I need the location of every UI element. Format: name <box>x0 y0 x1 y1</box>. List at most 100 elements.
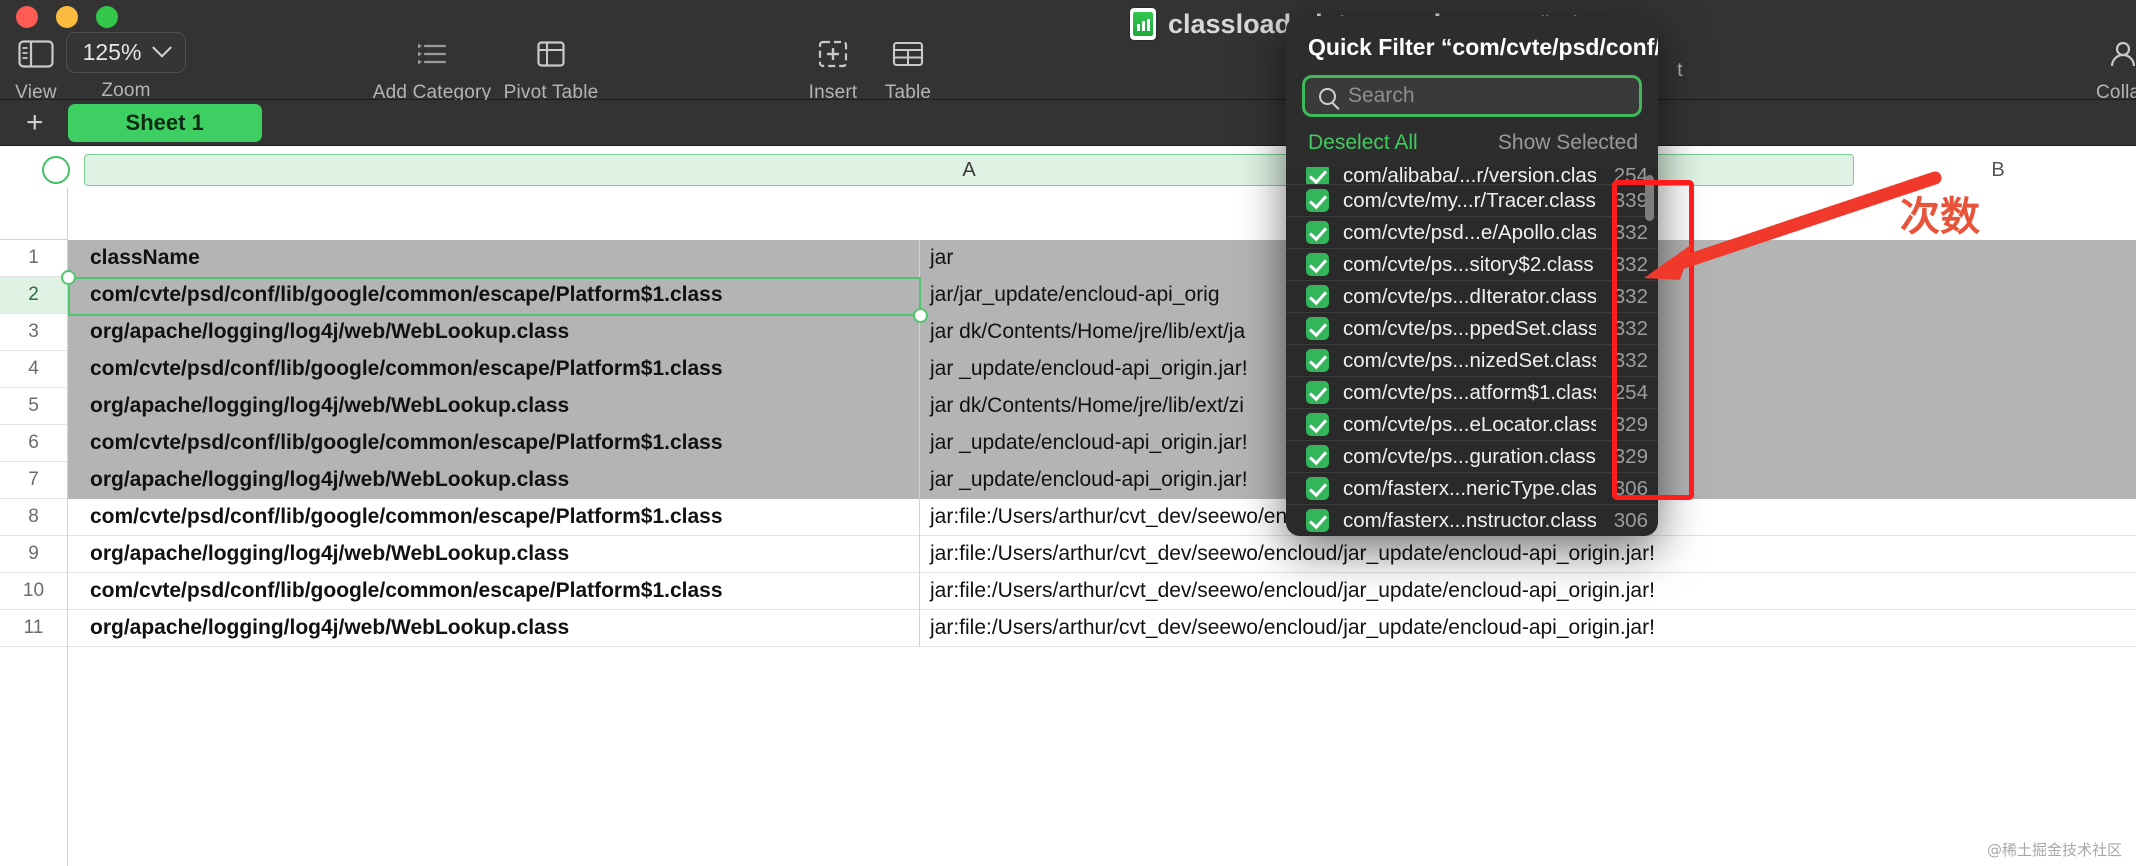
show-selected-button[interactable]: Show Selected <box>1498 131 1638 155</box>
maximize-window-button[interactable] <box>96 6 118 28</box>
cell-a9[interactable]: org/apache/logging/log4j/web/WebLookup.c… <box>68 535 920 573</box>
list-item[interactable]: com/cvte/ps...sitory$2.class 332 <box>1286 248 1658 280</box>
checkbox-checked-icon[interactable] <box>1306 349 1329 372</box>
filter-item-count: 332 <box>1613 348 1648 372</box>
checkbox-checked-icon[interactable] <box>1306 189 1329 212</box>
row-header-9[interactable]: 9 <box>0 536 67 573</box>
list-item[interactable]: com/cvte/ps...guration.class 329 <box>1286 440 1658 472</box>
row-header-11[interactable]: 11 <box>0 610 67 647</box>
cell-a7[interactable]: org/apache/logging/log4j/web/WebLookup.c… <box>68 461 920 499</box>
view-button[interactable]: View <box>6 30 66 104</box>
table-row[interactable]: com/cvte/psd/conf/lib/google/common/esca… <box>68 424 2136 462</box>
column-header-b[interactable]: B <box>1860 154 2136 186</box>
list-item[interactable]: com/fasterx...nericType.class 306 <box>1286 472 1658 504</box>
row-header-10[interactable]: 10 <box>0 573 67 610</box>
zoom-control[interactable]: 125% Zoom <box>65 28 187 102</box>
row-header-spacer <box>0 188 67 240</box>
row-header-6[interactable]: 6 <box>0 425 67 462</box>
filter-item-count: 332 <box>1613 284 1648 308</box>
collaborate-button[interactable]: Colla <box>2038 30 2136 104</box>
cell-b9[interactable]: jar:file:/Users/arthur/cvt_dev/seewo/enc… <box>920 536 2136 573</box>
table-row[interactable]: org/apache/logging/log4j/web/WebLookup.c… <box>68 313 2136 351</box>
filter-item-label: com/cvte/ps...dIterator.class <box>1343 284 1596 308</box>
checkbox-checked-icon[interactable] <box>1306 477 1329 500</box>
deselect-all-button[interactable]: Deselect All <box>1308 131 1418 155</box>
cell-a4[interactable]: com/cvte/psd/conf/lib/google/common/esca… <box>68 350 920 388</box>
table-row[interactable]: com/cvte/psd/conf/lib/google/common/esca… <box>68 572 2136 610</box>
row-header-3[interactable]: 3 <box>0 314 67 351</box>
list-item[interactable]: com/cvte/ps...atform$1.class 254 <box>1286 376 1658 408</box>
filter-item-count: 332 <box>1613 316 1648 340</box>
checkbox-checked-icon[interactable] <box>1306 317 1329 340</box>
list-item[interactable]: com/cvte/ps...eLocator.class 329 <box>1286 408 1658 440</box>
text-button[interactable]: t <box>1660 56 1700 82</box>
zoom-value: 125% <box>82 38 142 65</box>
list-item[interactable]: com/cvte/ps...nizedSet.class 332 <box>1286 344 1658 376</box>
checkbox-checked-icon[interactable] <box>1306 221 1329 244</box>
main-toolbar: View 125% Zoom Add Category Pivot Table … <box>0 0 2136 103</box>
filter-item-count: 254 <box>1613 167 1648 184</box>
filter-item-label: com/cvte/ps...sitory$2.class <box>1343 252 1594 276</box>
list-item[interactable]: com/alibaba/...r/version.class 254 <box>1286 167 1658 184</box>
zoom-dropdown[interactable]: 125% <box>65 31 187 73</box>
filter-item-count: 329 <box>1613 412 1648 436</box>
filter-item-label: com/fasterx...nericType.class <box>1343 476 1596 500</box>
close-window-button[interactable] <box>16 6 38 28</box>
row-header-1[interactable]: 1 <box>0 240 67 277</box>
cell-a5[interactable]: org/apache/logging/log4j/web/WebLookup.c… <box>68 387 920 425</box>
checkbox-checked-icon[interactable] <box>1306 285 1329 308</box>
filter-item-count: 306 <box>1613 508 1648 532</box>
spreadsheet-area: A B 1 2 3 4 5 6 7 8 9 10 11 className ja… <box>0 146 2136 866</box>
window-traffic-lights <box>16 6 118 28</box>
popup-scrollbar[interactable] <box>1645 175 1654 221</box>
cell-a3[interactable]: org/apache/logging/log4j/web/WebLookup.c… <box>68 313 920 351</box>
row-header-5[interactable]: 5 <box>0 388 67 425</box>
cell-a10[interactable]: com/cvte/psd/conf/lib/google/common/esca… <box>68 572 920 610</box>
insert-button[interactable]: Insert <box>790 30 876 104</box>
add-sheet-button[interactable]: + <box>16 107 54 138</box>
cell-a6[interactable]: com/cvte/psd/conf/lib/google/common/esca… <box>68 424 920 462</box>
cell-b11[interactable]: jar:file:/Users/arthur/cvt_dev/seewo/enc… <box>920 610 2136 647</box>
checkbox-checked-icon[interactable] <box>1306 381 1329 404</box>
table-button[interactable]: Table <box>868 30 948 104</box>
table-row[interactable]: className jar <box>68 239 2136 277</box>
list-item[interactable]: com/cvte/psd...e/Apollo.class 332 <box>1286 216 1658 248</box>
list-item[interactable]: com/cvte/my...r/Tracer.class 339 <box>1286 184 1658 216</box>
annotation-callout-text: 次数 <box>1900 194 1980 240</box>
sheet-tab-sheet-1[interactable]: Sheet 1 <box>67 103 262 142</box>
table-row[interactable]: org/apache/logging/log4j/web/WebLookup.c… <box>68 461 2136 499</box>
minimize-window-button[interactable] <box>56 6 78 28</box>
text-label: t <box>1677 60 1683 81</box>
quick-filter-actions: Deselect All Show Selected <box>1286 127 1658 167</box>
quick-filter-list[interactable]: com/alibaba/...r/version.class 254 com/c… <box>1286 167 1658 536</box>
select-all-handle[interactable] <box>42 156 70 184</box>
table-row[interactable]: com/cvte/psd/conf/lib/google/common/esca… <box>68 498 2136 536</box>
row-header-7[interactable]: 7 <box>0 462 67 499</box>
table-row[interactable]: com/cvte/psd/conf/lib/google/common/esca… <box>68 276 2136 314</box>
cell-a1[interactable]: className <box>68 239 920 277</box>
table-icon <box>868 30 948 78</box>
checkbox-checked-icon[interactable] <box>1306 413 1329 436</box>
filter-item-count: 339 <box>1613 188 1648 212</box>
cell-a11[interactable]: org/apache/logging/log4j/web/WebLookup.c… <box>68 609 920 647</box>
pivot-table-button[interactable]: Pivot Table <box>484 30 618 104</box>
list-item[interactable]: com/cvte/ps...ppedSet.class 332 <box>1286 312 1658 344</box>
cell-a2[interactable]: com/cvte/psd/conf/lib/google/common/esca… <box>68 276 920 314</box>
checkbox-checked-icon[interactable] <box>1306 445 1329 468</box>
table-row[interactable]: org/apache/logging/log4j/web/WebLookup.c… <box>68 387 2136 425</box>
table-row[interactable]: org/apache/logging/log4j/web/WebLookup.c… <box>68 535 2136 573</box>
table-row[interactable]: com/cvte/psd/conf/lib/google/common/esca… <box>68 350 2136 388</box>
checkbox-checked-icon[interactable] <box>1306 509 1329 532</box>
list-item[interactable]: com/fasterx...nstructor.class 306 <box>1286 504 1658 536</box>
list-item[interactable]: com/cvte/ps...dIterator.class 332 <box>1286 280 1658 312</box>
filter-item-label: com/cvte/ps...eLocator.class <box>1343 412 1596 436</box>
search-input[interactable]: Search <box>1302 75 1642 117</box>
cell-a8[interactable]: com/cvte/psd/conf/lib/google/common/esca… <box>68 498 920 536</box>
checkbox-checked-icon[interactable] <box>1306 167 1329 184</box>
table-row[interactable]: org/apache/logging/log4j/web/WebLookup.c… <box>68 609 2136 647</box>
row-header-2[interactable]: 2 <box>0 277 67 314</box>
checkbox-checked-icon[interactable] <box>1306 253 1329 276</box>
cell-b10[interactable]: jar:file:/Users/arthur/cvt_dev/seewo/enc… <box>920 573 2136 610</box>
row-header-4[interactable]: 4 <box>0 351 67 388</box>
row-header-8[interactable]: 8 <box>0 499 67 536</box>
